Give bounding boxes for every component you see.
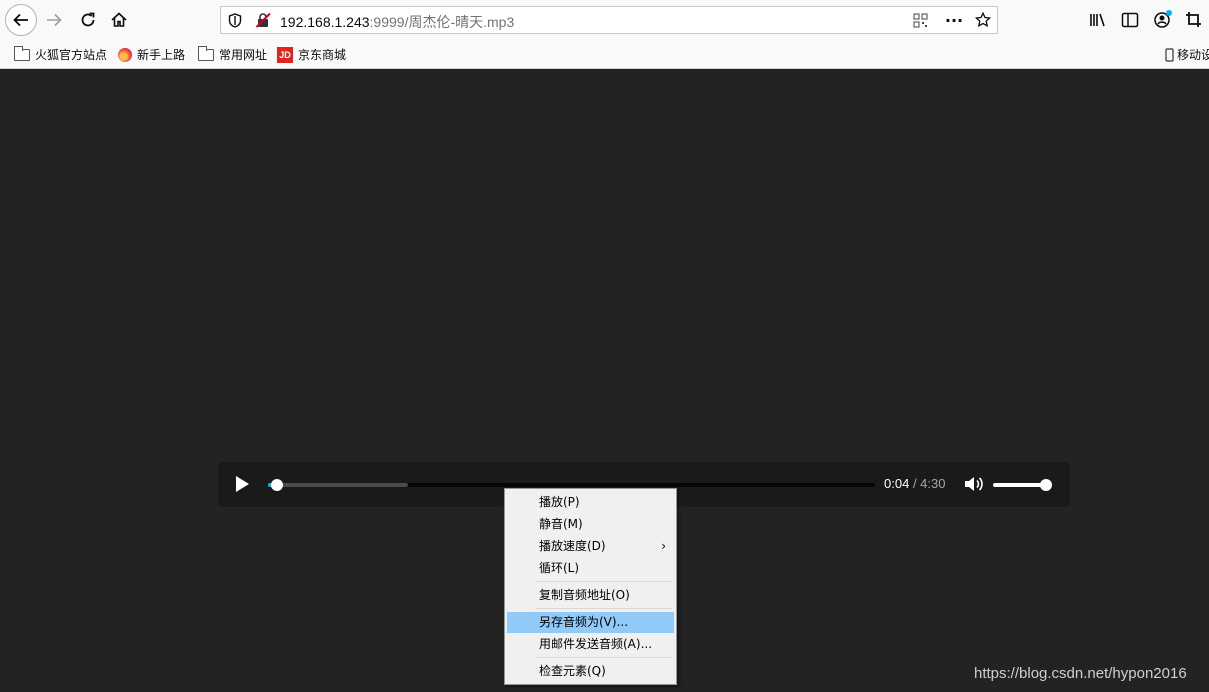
bookmark-item[interactable]: JD 京东商城 <box>277 46 346 63</box>
menu-item-save-audio-as[interactable]: 另存音频为(V)... <box>507 612 674 633</box>
menu-item-label: 用邮件发送音频(A)... <box>539 637 653 651</box>
bookmark-label: 常用网址 <box>219 48 268 62</box>
menu-separator <box>535 608 672 609</box>
home-button[interactable] <box>109 10 129 30</box>
menu-item-label: 复制音频地址(O) <box>539 588 630 602</box>
folder-icon <box>198 45 214 61</box>
insecure-lock-icon[interactable] <box>255 12 271 28</box>
arrow-right-icon <box>47 13 62 27</box>
menu-item-label: 播放(P) <box>539 495 580 509</box>
menu-item-loop[interactable]: 循环(L) <box>507 558 674 579</box>
menu-item-mute[interactable]: 静音(M) <box>507 514 674 535</box>
mobile-bookmarks-label: 移动设 <box>1177 48 1209 62</box>
menu-item-label: 播放速度(D) <box>539 539 606 553</box>
arrow-left-icon <box>13 13 28 27</box>
reload-button[interactable] <box>78 10 98 30</box>
qr-code-icon[interactable] <box>913 13 928 28</box>
menu-item-label: 另存音频为(V)... <box>539 615 629 629</box>
url-host: 192.168.1.243 <box>280 14 370 30</box>
menu-separator <box>535 657 672 658</box>
duration: / 4:30 <box>912 476 946 491</box>
library-icon[interactable] <box>1089 12 1107 28</box>
firefox-icon <box>118 47 132 62</box>
bookmark-label: 火狐官方站点 <box>35 48 108 62</box>
sidebar-icon[interactable] <box>1121 12 1139 28</box>
bookmark-star-icon[interactable] <box>975 12 991 28</box>
progress-thumb[interactable] <box>271 479 284 491</box>
buffered-range <box>268 483 408 487</box>
page-actions-icon[interactable]: ··· <box>943 10 965 30</box>
menu-item-copy-audio-location[interactable]: 复制音频地址(O) <box>507 585 674 606</box>
menu-item-label: 循环(L) <box>539 561 580 575</box>
volume-slider[interactable] <box>993 483 1046 487</box>
reload-icon <box>81 12 95 27</box>
forward-button[interactable] <box>44 10 64 30</box>
menu-item-email-audio[interactable]: 用邮件发送音频(A)... <box>507 634 674 655</box>
url-path: :9999/周杰伦-晴天.mp3 <box>369 14 515 30</box>
crop-icon[interactable] <box>1185 11 1202 28</box>
folder-icon <box>14 45 30 61</box>
mobile-bookmarks[interactable]: 移动设 <box>1165 46 1209 63</box>
account-icon[interactable] <box>1153 9 1173 29</box>
play-button[interactable] <box>236 476 249 492</box>
browser-toolbar: 192.168.1.243:9999/周杰伦-晴天.mp3 ··· <box>0 0 1209 40</box>
watermark: https://blog.csdn.net/hypon2016 <box>974 665 1187 682</box>
menu-item-inspect-element[interactable]: 检查元素(Q) <box>507 661 674 682</box>
time-display: 0:04 / 4:30 <box>884 476 945 491</box>
menu-item-play[interactable]: 播放(P) <box>507 492 674 513</box>
menu-separator <box>535 581 672 582</box>
bookmark-label: 京东商城 <box>298 48 347 62</box>
url-bar[interactable]: 192.168.1.243:9999/周杰伦-晴天.mp3 ··· <box>220 6 998 34</box>
menu-item-label: 检查元素(Q) <box>539 664 606 678</box>
volume-thumb[interactable] <box>1040 479 1052 491</box>
volume-icon[interactable] <box>964 475 984 493</box>
current-time: 0:04 <box>884 476 910 491</box>
context-menu: 播放(P) 静音(M) 播放速度(D) › 循环(L) 复制音频地址(O) 另存音… <box>504 488 677 685</box>
shield-icon[interactable] <box>228 13 242 28</box>
bookmark-item[interactable]: 常用网址 <box>198 45 268 63</box>
url-text[interactable]: 192.168.1.243:9999/周杰伦-晴天.mp3 <box>280 12 514 32</box>
bookmark-item[interactable]: 新手上路 <box>118 46 185 63</box>
bookmark-item[interactable]: 火狐官方站点 <box>14 45 108 63</box>
menu-item-label: 静音(M) <box>539 517 583 531</box>
chevron-right-icon: › <box>661 539 666 553</box>
bookmark-label: 新手上路 <box>137 48 186 62</box>
menu-item-playback-speed[interactable]: 播放速度(D) › <box>507 536 674 557</box>
home-icon <box>111 12 127 27</box>
progress-bar[interactable] <box>268 479 875 491</box>
jd-icon: JD <box>277 46 293 63</box>
mobile-phone-icon <box>1165 47 1174 62</box>
back-button[interactable] <box>5 4 37 36</box>
